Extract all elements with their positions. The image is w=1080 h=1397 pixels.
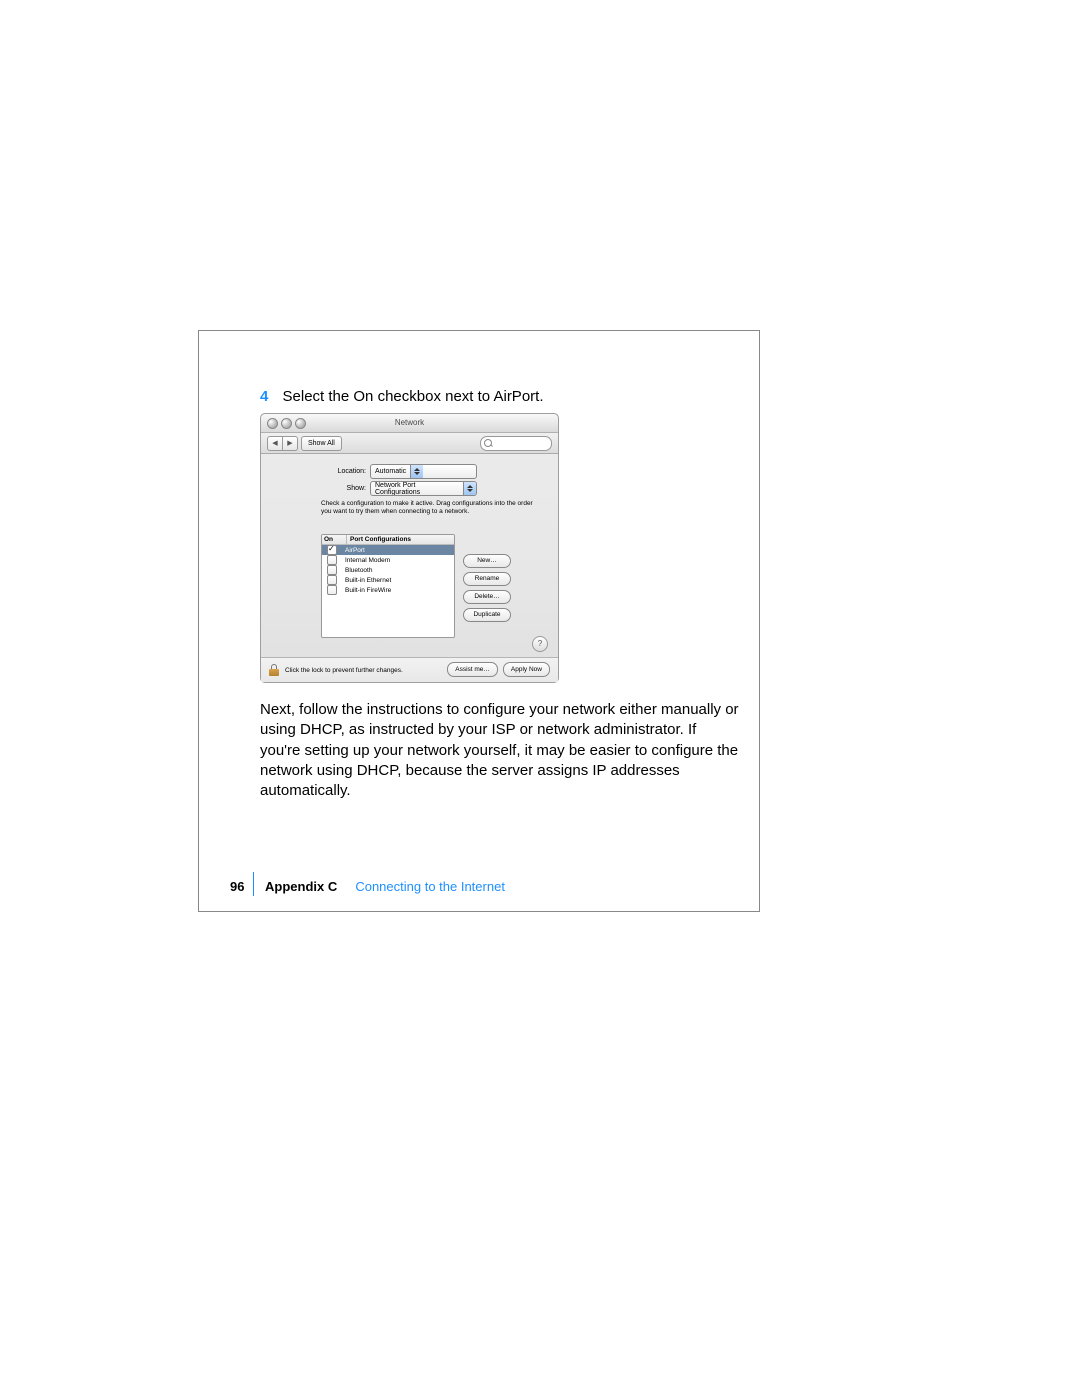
table-row[interactable]: Built-in FireWire xyxy=(322,585,454,595)
window-titlebar: Network xyxy=(261,414,558,433)
port-config-list[interactable]: On Port Configurations AirPort Internal M… xyxy=(321,534,455,638)
location-row: Location: Automatic xyxy=(321,464,477,479)
lock-icon[interactable] xyxy=(269,664,279,676)
show-row: Show: Network Port Configurations xyxy=(321,481,477,496)
list-header: On Port Configurations xyxy=(322,535,454,545)
port-name: Built-in Ethernet xyxy=(342,577,454,584)
apply-now-button[interactable]: Apply Now xyxy=(503,662,550,677)
nav-segment: ◀ ▶ xyxy=(267,436,298,451)
zoom-icon[interactable] xyxy=(295,418,306,429)
network-prefpane-screenshot: Network ◀ ▶ Show All Location: Automatic… xyxy=(260,413,559,683)
table-row[interactable]: AirPort xyxy=(322,545,454,555)
show-all-button[interactable]: Show All xyxy=(301,436,342,451)
show-value: Network Port Configurations xyxy=(371,482,463,496)
duplicate-button[interactable]: Duplicate xyxy=(463,608,511,622)
instruction-step: 4 Select the On checkbox next to AirPort… xyxy=(260,388,544,405)
chevron-updown-icon xyxy=(410,465,423,478)
table-row[interactable]: Bluetooth xyxy=(322,565,454,575)
body-paragraph: Next, follow the instructions to configu… xyxy=(260,700,740,801)
back-button[interactable]: ◀ xyxy=(267,436,283,451)
step-number: 4 xyxy=(260,388,268,405)
show-select[interactable]: Network Port Configurations xyxy=(370,481,477,496)
new-button[interactable]: New… xyxy=(463,554,511,568)
list-action-buttons: New… Rename Delete… Duplicate xyxy=(463,554,511,622)
delete-button[interactable]: Delete… xyxy=(463,590,511,604)
forward-button[interactable]: ▶ xyxy=(283,436,298,451)
close-icon[interactable] xyxy=(267,418,278,429)
port-name: Built-in FireWire xyxy=(342,587,454,594)
on-checkbox[interactable] xyxy=(327,545,337,555)
chevron-updown-icon xyxy=(463,482,476,495)
footer-text: Appendix C Connecting to the Internet xyxy=(265,879,505,894)
hint-text: Check a configuration to make it active.… xyxy=(321,500,541,516)
table-row[interactable]: Built-in Ethernet xyxy=(322,575,454,585)
search-input[interactable] xyxy=(480,436,552,451)
col-name: Port Configurations xyxy=(347,535,454,544)
section-title: Connecting to the Internet xyxy=(355,879,505,894)
location-select[interactable]: Automatic xyxy=(370,464,477,479)
bottom-bar: Click the lock to prevent further change… xyxy=(261,657,558,682)
port-name: Bluetooth xyxy=(342,567,454,574)
bottom-buttons: Assist me… Apply Now xyxy=(447,662,550,677)
help-button[interactable]: ? xyxy=(532,636,548,652)
assist-me-button[interactable]: Assist me… xyxy=(447,662,498,677)
window-controls xyxy=(267,418,306,429)
rename-button[interactable]: Rename xyxy=(463,572,511,586)
location-label: Location: xyxy=(321,468,366,475)
location-value: Automatic xyxy=(371,468,410,475)
prefpane-toolbar: ◀ ▶ Show All xyxy=(261,433,558,454)
on-checkbox[interactable] xyxy=(327,565,337,575)
minimize-icon[interactable] xyxy=(281,418,292,429)
on-checkbox[interactable] xyxy=(327,555,337,565)
col-on: On xyxy=(322,535,347,544)
step-text: Select the On checkbox next to AirPort. xyxy=(283,388,544,405)
port-name: AirPort xyxy=(342,547,454,554)
table-row[interactable]: Internal Modem xyxy=(322,555,454,565)
appendix-label: Appendix C xyxy=(265,879,337,894)
page-number: 96 xyxy=(230,879,244,894)
lock-text: Click the lock to prevent further change… xyxy=(285,667,403,674)
show-label: Show: xyxy=(321,485,366,492)
on-checkbox[interactable] xyxy=(327,575,337,585)
footer-divider xyxy=(253,872,254,896)
window-title: Network xyxy=(395,418,424,427)
port-name: Internal Modem xyxy=(342,557,454,564)
on-checkbox[interactable] xyxy=(327,585,337,595)
